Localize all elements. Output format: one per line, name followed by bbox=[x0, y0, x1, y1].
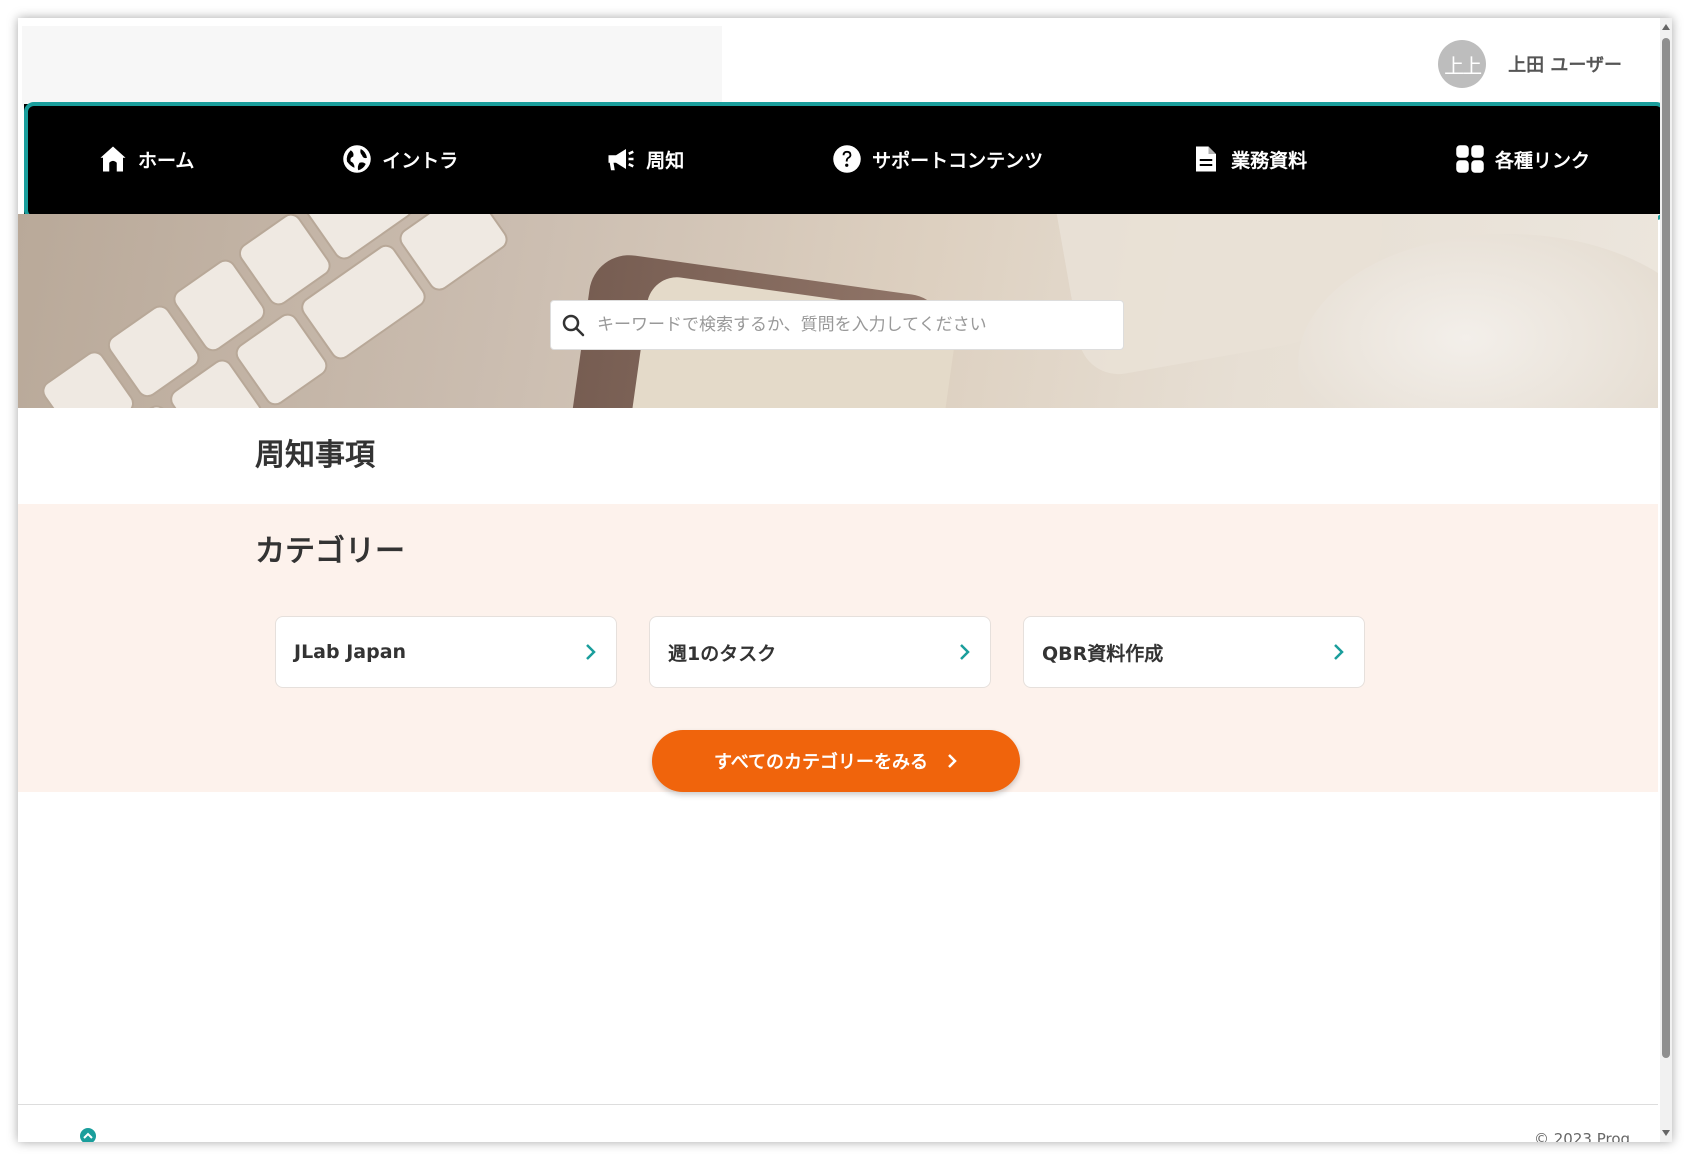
browser-frame: 上上 上田 ユーザー ホーム イントラ 周知 サポートコンテンツ 業務資料 各種… bbox=[18, 18, 1672, 1142]
nav-label-notice: 周知 bbox=[646, 149, 685, 172]
view-all-categories-label: すべてのカテゴリーをみる bbox=[713, 752, 929, 773]
vertical-scrollbar[interactable] bbox=[1660, 18, 1672, 1142]
nav-label-intra: イントラ bbox=[382, 149, 459, 172]
nav-label-documents: 業務資料 bbox=[1231, 149, 1308, 172]
category-card-label: 週1のタスク bbox=[668, 642, 777, 665]
search-box[interactable] bbox=[550, 300, 1124, 350]
chevron-right-icon bbox=[586, 644, 596, 660]
footer-divider bbox=[18, 1104, 1658, 1105]
keyboard-illustration bbox=[42, 214, 508, 408]
category-card-jlab[interactable]: JLab Japan bbox=[275, 616, 617, 688]
megaphone-icon bbox=[608, 149, 635, 171]
user-menu[interactable]: 上上 上田 ユーザー bbox=[1438, 40, 1622, 88]
nav-item-home[interactable]: ホーム bbox=[98, 144, 194, 174]
chevron-up-icon bbox=[83, 1132, 93, 1139]
search-icon bbox=[562, 314, 585, 337]
grid-icon bbox=[1456, 145, 1484, 173]
nav-item-documents[interactable]: 業務資料 bbox=[1191, 144, 1307, 174]
nav-label-home: ホーム bbox=[137, 149, 195, 172]
search-input[interactable] bbox=[595, 314, 1099, 336]
nav-item-notice[interactable]: 周知 bbox=[606, 144, 684, 174]
category-card-weekly-task[interactable]: 週1のタスク bbox=[649, 616, 991, 688]
nav-item-links[interactable]: 各種リンク bbox=[1455, 144, 1590, 174]
document-icon bbox=[1196, 146, 1217, 172]
logo-placeholder bbox=[22, 26, 722, 106]
avatar[interactable]: 上上 bbox=[1438, 40, 1487, 88]
scrollbar-thumb[interactable] bbox=[1662, 38, 1670, 1058]
notices-heading: 周知事項 bbox=[255, 438, 375, 473]
question-circle-icon bbox=[833, 145, 861, 173]
category-section: カテゴリー JLab Japan 週1のタスク QBR資料作成 すべてのカテゴリ… bbox=[18, 504, 1658, 792]
user-name[interactable]: 上田 ユーザー bbox=[1508, 51, 1622, 77]
chevron-right-icon bbox=[1334, 644, 1344, 660]
copyright-text: © 2023 Prog bbox=[1534, 1130, 1631, 1142]
category-card-label: QBR資料作成 bbox=[1042, 642, 1164, 665]
view-all-categories-button[interactable]: すべてのカテゴリーをみる bbox=[652, 730, 1020, 792]
category-card-qbr[interactable]: QBR資料作成 bbox=[1023, 616, 1365, 688]
home-icon bbox=[100, 146, 126, 172]
globe-icon bbox=[343, 145, 372, 173]
category-card-label: JLab Japan bbox=[294, 641, 407, 663]
chevron-right-icon bbox=[960, 644, 970, 660]
scroll-up-arrow[interactable] bbox=[1662, 24, 1670, 30]
nav-item-support[interactable]: サポートコンテンツ bbox=[832, 144, 1043, 174]
scroll-down-arrow[interactable] bbox=[1662, 1130, 1670, 1136]
scroll-to-top-button[interactable] bbox=[80, 1128, 96, 1142]
global-nav: ホーム イントラ 周知 サポートコンテンツ 業務資料 各種リンク bbox=[24, 104, 1664, 214]
chevron-right-icon bbox=[948, 754, 957, 768]
nav-label-links: 各種リンク bbox=[1494, 149, 1590, 172]
category-heading: カテゴリー bbox=[255, 534, 405, 569]
nav-label-support: サポートコンテンツ bbox=[872, 149, 1044, 172]
nav-item-intra[interactable]: イントラ bbox=[342, 144, 458, 174]
